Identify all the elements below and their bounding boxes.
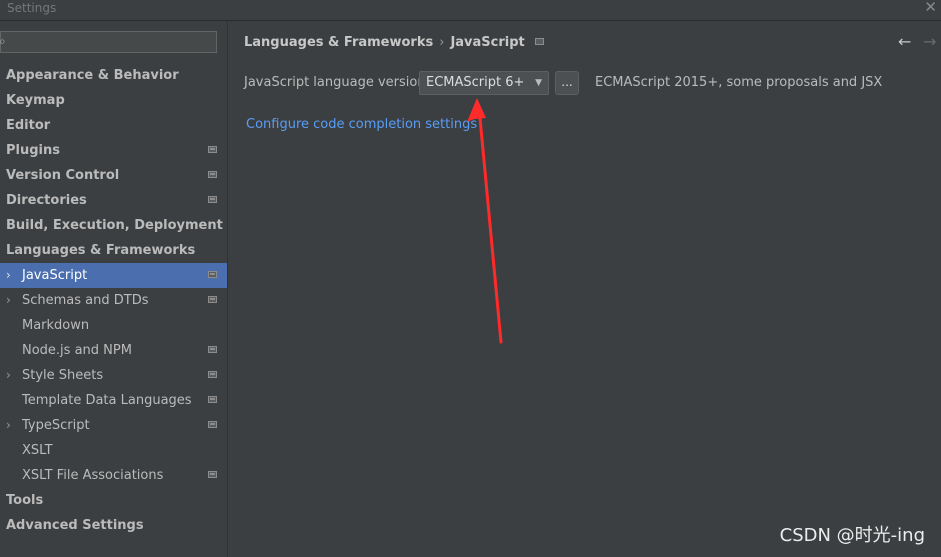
chevron-right-icon[interactable]: › <box>6 363 11 388</box>
project-scope-icon <box>208 146 217 153</box>
sidebar-item-plugins[interactable]: Plugins <box>0 138 227 163</box>
sidebar-item-version-control[interactable]: Version Control <box>0 163 227 188</box>
sidebar-item-label: Tools <box>6 493 44 508</box>
sidebar-item-style-sheets[interactable]: › Style Sheets <box>0 363 227 388</box>
sidebar-item-keymap[interactable]: Keymap <box>0 88 227 113</box>
sidebar-item-appearance-behavior[interactable]: Appearance & Behavior <box>0 63 227 88</box>
sidebar-item-label: XSLT <box>22 443 53 458</box>
sidebar-item-markdown[interactable]: Markdown <box>0 313 227 338</box>
sidebar-item-tools[interactable]: Tools <box>0 488 227 513</box>
sidebar-item-label: Schemas and DTDs <box>22 293 149 308</box>
js-language-version-description: ECMAScript 2015+, some proposals and JSX <box>595 75 883 90</box>
project-scope-icon <box>208 346 217 353</box>
sidebar-item-xslt-file-associations[interactable]: XSLT File Associations <box>0 463 227 488</box>
sidebar-item-label: Languages & Frameworks <box>6 243 196 258</box>
close-icon[interactable]: ✕ <box>924 0 937 16</box>
project-scope-icon <box>208 371 217 378</box>
sidebar-item-label: Plugins <box>6 143 60 158</box>
more-options-button[interactable]: ... <box>555 71 579 95</box>
js-language-version-select[interactable]: ECMAScript 6+ ▼ <box>419 71 549 95</box>
chevron-right-icon[interactable]: › <box>6 288 11 313</box>
sidebar-item-label: Keymap <box>6 93 65 108</box>
back-arrow-icon[interactable]: ← <box>898 32 911 51</box>
js-language-version-value: ECMAScript 6+ <box>426 75 525 90</box>
project-scope-icon <box>208 421 217 428</box>
sidebar-item-node-js-and-npm[interactable]: Node.js and NPM <box>0 338 227 363</box>
sidebar-item-label: Editor <box>6 118 51 133</box>
forward-arrow-icon[interactable]: → <box>923 32 936 51</box>
sidebar-item-label: Directories <box>6 193 87 208</box>
window-title: Settings <box>7 1 57 15</box>
sidebar-item-javascript[interactable]: › JavaScript <box>0 263 227 288</box>
settings-sidebar: ⌕ Appearance & Behavior Keymap Editor Plugi… <box>0 21 228 557</box>
project-scope-icon <box>208 296 217 303</box>
sidebar-item-build-execution-deployment[interactable]: Build, Execution, Deployment <box>0 213 227 238</box>
sidebar-item-typescript[interactable]: › TypeScript <box>0 413 227 438</box>
js-language-version-label: JavaScript language version <box>244 75 426 90</box>
sidebar-item-advanced-settings[interactable]: Advanced Settings <box>0 513 227 538</box>
sidebar-item-template-data-languages[interactable]: Template Data Languages <box>0 388 227 413</box>
configure-code-completion-link[interactable]: Configure code completion settings <box>246 117 477 132</box>
breadcrumb-parent[interactable]: Languages & Frameworks <box>244 35 433 50</box>
sidebar-item-label: Markdown <box>22 318 90 333</box>
sidebar-item-xslt[interactable]: XSLT <box>0 438 227 463</box>
dropdown-arrow-icon: ▼ <box>535 78 542 88</box>
search-input[interactable]: ⌕ <box>0 31 217 53</box>
search-icon: ⌕ <box>0 34 6 48</box>
sidebar-item-label: Node.js and NPM <box>22 343 132 358</box>
sidebar-item-label: Version Control <box>6 168 120 183</box>
chevron-right-icon[interactable]: › <box>6 413 11 438</box>
sidebar-item-label: JavaScript <box>22 268 88 283</box>
sidebar-item-directories[interactable]: Directories <box>0 188 227 213</box>
sidebar-item-label: TypeScript <box>22 418 90 433</box>
watermark: CSDN @时光-ing <box>779 525 925 546</box>
sidebar-item-label: XSLT File Associations <box>22 468 164 483</box>
project-scope-icon <box>208 196 217 203</box>
chevron-right-icon[interactable]: › <box>6 263 11 288</box>
sidebar-item-label: Style Sheets <box>22 368 104 383</box>
project-scope-icon <box>208 171 217 178</box>
sidebar-item-languages-frameworks[interactable]: Languages & Frameworks <box>0 238 227 263</box>
breadcrumb-separator: › <box>439 35 445 50</box>
sidebar-item-schemas-and-dtds[interactable]: › Schemas and DTDs <box>0 288 227 313</box>
breadcrumb-current: JavaScript <box>450 35 525 50</box>
sidebar-item-label: Appearance & Behavior <box>6 68 179 83</box>
sidebar-item-editor[interactable]: Editor <box>0 113 227 138</box>
title-bar: Settings ✕ <box>0 0 941 21</box>
settings-content: Languages & Frameworks › JavaScript ← → Ja… <box>228 21 941 557</box>
breadcrumb: Languages & Frameworks › JavaScript <box>244 35 544 50</box>
sidebar-item-label: Template Data Languages <box>22 393 192 408</box>
project-scope-icon <box>208 271 217 278</box>
project-scope-icon <box>208 396 217 403</box>
project-scope-icon <box>208 471 217 478</box>
project-scope-icon <box>534 38 544 45</box>
sidebar-item-label: Build, Execution, Deployment <box>6 218 223 233</box>
sidebar-item-label: Advanced Settings <box>6 518 144 533</box>
